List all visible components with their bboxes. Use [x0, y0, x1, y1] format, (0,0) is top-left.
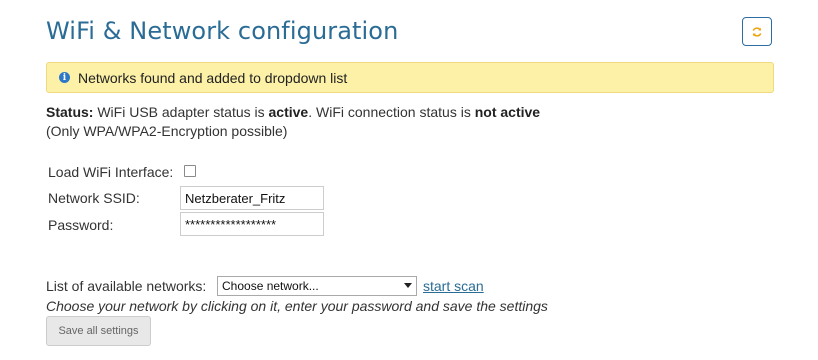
encryption-note: (Only WPA/WPA2-Encryption possible) — [46, 123, 288, 139]
refresh-icon — [752, 26, 762, 37]
save-all-settings-button[interactable]: Save all settings — [46, 316, 151, 346]
ssid-label: Network SSID: — [48, 190, 140, 206]
status-text-1: WiFi USB adapter status is — [93, 104, 269, 120]
network-select[interactable]: Choose network... — [217, 276, 417, 296]
network-select-value: Choose network... — [222, 279, 319, 293]
networks-label: List of available networks: — [46, 278, 207, 294]
info-icon: i — [59, 72, 70, 83]
load-wifi-label: Load WiFi Interface: — [48, 164, 174, 180]
network-hint: Choose your network by clicking on it, e… — [46, 298, 548, 314]
chevron-down-icon — [404, 283, 412, 288]
status-line: Status: WiFi USB adapter status is activ… — [46, 104, 540, 120]
refresh-button[interactable] — [742, 17, 772, 46]
alert-banner: i Networks found and added to dropdown l… — [46, 62, 774, 93]
status-text-2: . WiFi connection status is — [308, 104, 475, 120]
ssid-input[interactable] — [180, 186, 324, 210]
alert-message: Networks found and added to dropdown lis… — [78, 69, 348, 86]
page-title: WiFi & Network configuration — [46, 17, 399, 45]
status-label: Status: — [46, 104, 94, 120]
password-input[interactable] — [180, 212, 324, 236]
adapter-status: active — [268, 104, 309, 120]
load-wifi-checkbox[interactable] — [184, 165, 196, 177]
connection-status: not active — [474, 104, 541, 120]
start-scan-link[interactable]: start scan — [423, 278, 484, 294]
password-label: Password: — [48, 217, 114, 233]
